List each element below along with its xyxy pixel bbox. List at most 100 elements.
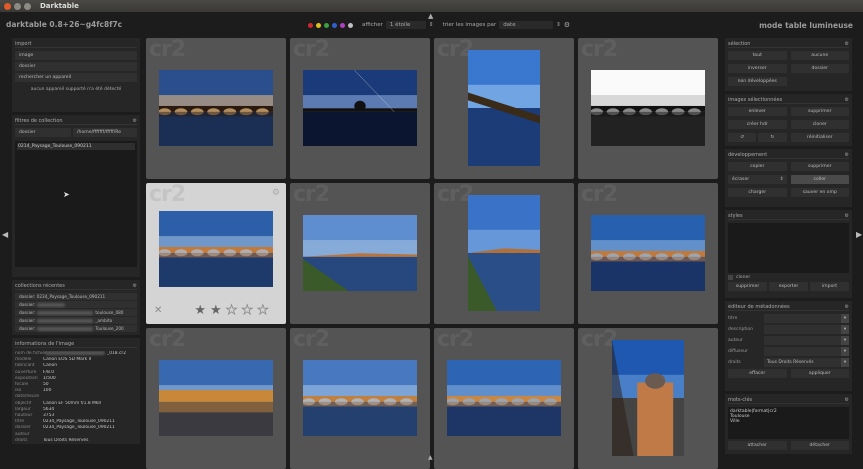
module-gear-icon[interactable]: ⚙ <box>845 304 849 310</box>
import-folder-button[interactable]: dossier <box>15 62 137 71</box>
star-icon[interactable]: ★ <box>194 303 206 318</box>
thumbnail-image[interactable] <box>159 70 273 146</box>
thumbnail-image[interactable] <box>159 360 273 436</box>
thumbnail-cell[interactable]: cr2 <box>146 328 286 469</box>
color-label-blue-icon[interactable] <box>332 23 337 28</box>
color-label-red-icon[interactable] <box>308 23 313 28</box>
thumbnail-cell[interactable]: cr2 <box>290 183 430 324</box>
clone-checkbox[interactable]: cloner <box>728 275 849 280</box>
delete-button[interactable]: supprimer <box>791 107 850 116</box>
thumbnail-image[interactable] <box>159 211 273 287</box>
thumbnail-gear-icon[interactable]: ⚙ <box>272 188 280 198</box>
copy-history-button[interactable]: copier <box>728 162 787 171</box>
sort-select[interactable]: date <box>499 21 553 29</box>
select-folder-button[interactable]: dossier <box>791 64 850 73</box>
rotate-cw-icon[interactable]: ↻ <box>758 133 786 142</box>
recent-collection-item[interactable]: dossier:_ambito <box>15 317 137 324</box>
thumbnail-cell[interactable]: cr2 <box>578 183 718 324</box>
collapse-left-arrow-icon[interactable]: ◀ <box>2 230 8 239</box>
clear-metadata-button[interactable]: effacer <box>728 369 787 378</box>
write-xmp-button[interactable]: sauver en xmp <box>791 188 850 197</box>
star-icon[interactable]: ★ <box>226 303 238 318</box>
star-rating[interactable]: ✕★★★★★ <box>154 303 269 318</box>
expand-icon[interactable]: ⚙ <box>133 283 137 289</box>
rating-filter-select[interactable]: 1 étoile <box>386 21 426 29</box>
recent-collection-item[interactable]: dossier: 0234_Paysage_Toulouse_090211 <box>15 293 137 300</box>
select-none-button[interactable]: aucune <box>791 51 850 60</box>
apply-metadata-button[interactable]: appliquer <box>791 369 850 378</box>
delete-style-button[interactable]: supprimer <box>728 282 767 291</box>
thumbnail-image[interactable] <box>468 195 540 311</box>
invert-selection-button[interactable]: inverser <box>728 64 787 73</box>
color-label-green-icon[interactable] <box>324 23 329 28</box>
paste-mode-select[interactable]: écraser⇕ <box>728 175 787 184</box>
star-icon[interactable]: ★ <box>241 303 253 318</box>
thumbnail-cell[interactable]: cr2 <box>434 328 574 469</box>
select-undeveloped-button[interactable]: non développées <box>728 77 787 86</box>
color-label-purple-icon[interactable] <box>340 23 345 28</box>
thumbnail-image[interactable] <box>591 70 705 146</box>
thumbnail-cell[interactable]: cr2 <box>290 38 430 179</box>
import-image-button[interactable]: image <box>15 51 137 60</box>
collection-search-input[interactable]: /home/fffffff/fffff/Re <box>73 128 137 137</box>
thumbnail-image[interactable] <box>468 50 540 166</box>
color-label-gray-icon[interactable] <box>348 23 353 28</box>
thumbnail-cell[interactable]: cr2 <box>434 38 574 179</box>
dropdown-arrow-icon[interactable]: ▾ <box>841 347 849 356</box>
thumbnail-cell[interactable]: cr2⚙✕★★★★★ <box>146 183 286 324</box>
settings-gear-icon[interactable]: ⚙ <box>564 21 570 29</box>
dropdown-arrow-icon[interactable]: ▾ <box>841 314 849 323</box>
close-window-button[interactable] <box>4 3 11 10</box>
module-gear-icon[interactable]: ⚙ <box>845 397 849 403</box>
thumbnail-image[interactable] <box>303 215 417 291</box>
thumbnail-cell[interactable]: cr2 <box>578 328 718 469</box>
metadata-field[interactable]: Tous Droits Réservés▾ <box>764 358 849 367</box>
tag-item[interactable]: Ville <box>730 419 847 424</box>
styles-list[interactable] <box>728 223 849 273</box>
module-gear-icon[interactable]: ⚙ <box>845 41 849 47</box>
thumbnail-image[interactable] <box>303 360 417 436</box>
delete-history-button[interactable]: supprimer <box>791 162 850 171</box>
metadata-field[interactable]: ▾ <box>764 347 849 356</box>
star-icon[interactable]: ★ <box>257 303 269 318</box>
thumbnail-cell[interactable]: cr2 <box>434 183 574 324</box>
detach-tag-button[interactable]: détacher <box>791 441 850 450</box>
rotate-ccw-icon[interactable]: ↺ <box>728 133 756 142</box>
reset-icon[interactable]: ⚙ <box>133 118 137 124</box>
minimize-window-button[interactable] <box>14 3 21 10</box>
dropdown-arrow-icon[interactable]: ▾ <box>841 325 849 334</box>
scan-devices-button[interactable]: rechercher un appareil <box>15 73 137 82</box>
thumbnail-image[interactable] <box>612 340 684 456</box>
remove-button[interactable]: enlever <box>728 107 787 116</box>
paste-history-button[interactable]: coller <box>791 175 850 184</box>
metadata-field[interactable]: ▾ <box>764 325 849 334</box>
collapse-top-arrow-icon[interactable]: ▲ <box>428 12 433 20</box>
recent-collection-item[interactable]: dossier:Toulouse_200 <box>15 325 137 332</box>
star-icon[interactable]: ★ <box>210 303 222 318</box>
recent-collection-item[interactable]: dossier:toulouse_080 <box>15 309 137 316</box>
create-hdr-button[interactable]: créer hdr <box>728 120 787 129</box>
maximize-window-button[interactable] <box>24 3 31 10</box>
select-all-button[interactable]: tout <box>728 51 787 60</box>
thumbnail-cell[interactable]: cr2 <box>290 328 430 469</box>
collection-list[interactable]: 0214_Paysage_Toulouse_090211 ➤ <box>15 141 137 267</box>
collapse-bottom-arrow-icon[interactable]: ▲ <box>428 454 433 461</box>
reset-rotation-button[interactable]: réinitialiser <box>791 133 850 142</box>
attach-tag-button[interactable]: attacher <box>728 441 787 450</box>
reject-icon[interactable]: ✕ <box>154 305 162 316</box>
module-gear-icon[interactable]: ⚙ <box>845 152 849 158</box>
thumbnail-cell[interactable]: cr2 <box>146 38 286 179</box>
list-item[interactable]: 0214_Paysage_Toulouse_090211 <box>17 143 135 150</box>
thumbnail-cell[interactable]: cr2 <box>578 38 718 179</box>
dropdown-arrow-icon[interactable]: ▾ <box>841 358 849 367</box>
import-style-button[interactable]: import <box>810 282 849 291</box>
export-style-button[interactable]: exporter <box>769 282 808 291</box>
color-label-yellow-icon[interactable] <box>316 23 321 28</box>
recent-collection-item[interactable]: dossier: <box>15 301 137 308</box>
module-gear-icon[interactable]: ⚙ <box>845 97 849 103</box>
collapse-right-arrow-icon[interactable]: ▶ <box>856 230 862 239</box>
load-sidecar-button[interactable]: charger <box>728 188 787 197</box>
thumbnail-image[interactable] <box>303 70 417 146</box>
metadata-field[interactable]: ▾ <box>764 336 849 345</box>
metadata-field[interactable]: ▾ <box>764 314 849 323</box>
